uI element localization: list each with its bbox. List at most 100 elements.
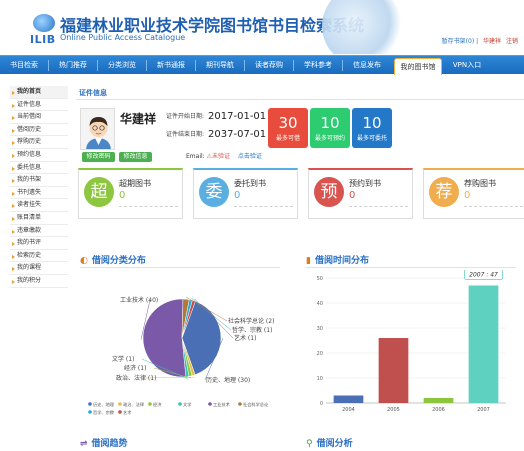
card-start-row: 证件开始日期: 2017-01-01: [166, 111, 266, 122]
recommended-icon: 荐: [429, 177, 459, 207]
sidebar-item-home[interactable]: 我的首页: [10, 86, 68, 99]
bar: [468, 285, 499, 403]
stat-label: 最多可预约: [314, 135, 345, 142]
tooltip-text: 2007 : 47: [469, 272, 498, 279]
top-links: 暂存书架(0) | 华建祥 注销: [442, 36, 518, 45]
nav-item-subject[interactable]: 学科参考: [294, 56, 342, 75]
divider: [306, 267, 516, 268]
stat-value: 10: [320, 114, 340, 132]
card-value: 0: [464, 190, 471, 201]
divider: [80, 267, 280, 268]
legend-marker: [88, 410, 92, 414]
nav-item-journals[interactable]: 期刊导航: [196, 56, 244, 75]
sidebar-item-search-history[interactable]: 检索历史: [10, 250, 68, 263]
legend-label: 社会科学总论: [243, 401, 269, 408]
stat-max-reserve: 10 最多可预约: [310, 108, 350, 148]
cart-link[interactable]: 暂存书架(0): [442, 38, 475, 45]
sidebar-item-reviews[interactable]: 我的书评: [10, 237, 68, 250]
card-end-row: 证件结束日期: 2037-07-01: [166, 129, 266, 140]
sidebar-item-loan-history[interactable]: 借阅历史: [10, 124, 68, 137]
overdue-icon: 超: [84, 177, 114, 207]
nav-item-recommend[interactable]: 读者荐购: [245, 56, 293, 75]
card-title: 超期图书: [119, 179, 151, 188]
sidebar-item-reservations[interactable]: 预约信息: [10, 149, 68, 162]
panel-title-text: 借阅趋势: [91, 439, 128, 449]
card-overdue[interactable]: 超 超期图书 0: [78, 168, 183, 219]
main-nav: 书目检索 热门推荐 分类浏览 新书通报 期刊导航 读者荐购 学科参考 信息发布 …: [0, 55, 524, 75]
y-tick-label: 20: [317, 351, 323, 357]
sidebar-item-recommend-history[interactable]: 荐购历史: [10, 136, 68, 149]
bar: [378, 338, 409, 403]
site-subtitle: Online Public Access Catalogue: [60, 33, 186, 42]
divider: [76, 99, 524, 100]
sidebar-item-points[interactable]: 我的积分: [10, 275, 68, 288]
sidebar-item-report-loss[interactable]: 读者挂失: [10, 199, 68, 212]
pie-label: 经济 (1): [124, 364, 146, 372]
card-reserved[interactable]: 预 预约到书 0: [308, 168, 413, 219]
sidebar-item-card-info[interactable]: 证件信息: [10, 99, 68, 112]
legend-marker: [178, 402, 182, 406]
divider: [119, 206, 178, 207]
legend-label: 政治、法律: [123, 401, 144, 408]
sidebar-item-delegations[interactable]: 委托信息: [10, 162, 68, 175]
card-end-label: 证件结束日期:: [166, 131, 205, 138]
sidebar-item-bookshelf[interactable]: 我的书架: [10, 174, 68, 187]
edit-info-button[interactable]: 修改信息: [119, 152, 152, 162]
y-tick-label: 0: [320, 401, 323, 407]
nav-item-search[interactable]: 书目检索: [0, 56, 48, 75]
header: ILIB 福建林业职业技术学院图书馆书目检索系统 Online Public A…: [0, 0, 524, 54]
card-recommended[interactable]: 荐 荐购图书 0: [423, 168, 524, 219]
delegated-icon: 委: [199, 177, 229, 207]
email-row: Email: ⚠未验证 点击验证: [186, 151, 262, 160]
card-title: 委托到书: [234, 179, 266, 188]
ilib-logo-icon: [33, 14, 55, 32]
verify-email-link[interactable]: 点击验证: [238, 153, 262, 160]
pie-label: 工业技术 (40): [120, 296, 158, 304]
legend-marker: [118, 410, 122, 414]
legend-label: 艺术: [123, 409, 132, 416]
stat-max-delegate: 10 最多可委托: [352, 108, 392, 148]
legend-label: 哲学、宗教: [93, 409, 115, 416]
divider: |: [476, 38, 479, 45]
card-title: 荐购图书: [464, 179, 496, 188]
x-tick-label: 2007: [477, 407, 490, 413]
logout-link[interactable]: 注销: [506, 38, 518, 45]
email-label: Email:: [186, 153, 205, 160]
x-tick-label: 2006: [432, 407, 445, 413]
sidebar-item-accounts[interactable]: 账目清单: [10, 212, 68, 225]
nav-item-hot[interactable]: 热门推荐: [49, 56, 97, 75]
card-delegated[interactable]: 委 委托到书 0: [193, 168, 298, 219]
pie-label: 历史、地理 (30): [206, 376, 250, 384]
category-panel-title: ◐ 借阅分类分布: [80, 253, 146, 266]
nav-item-new-books[interactable]: 新书通报: [147, 56, 195, 75]
card-end-value: 2037-07-01: [208, 129, 267, 140]
change-password-button[interactable]: 修改密码: [82, 152, 115, 162]
nav-item-my-library[interactable]: 我的图书馆: [394, 58, 442, 75]
legend-label: 经济: [153, 401, 162, 408]
sidebar-item-current-loans[interactable]: 当前借阅: [10, 111, 68, 124]
y-tick-label: 40: [317, 301, 323, 307]
magnifier-icon: ⚲: [306, 439, 313, 449]
nav-item-browse[interactable]: 分类浏览: [98, 56, 146, 75]
card-value: 0: [349, 190, 356, 201]
sidebar-item-lost-books[interactable]: 书刊遗失: [10, 187, 68, 200]
email-status: 未验证: [211, 153, 230, 160]
reserved-icon: 预: [314, 177, 344, 207]
sidebar-item-courses[interactable]: 我的课程: [10, 262, 68, 275]
sidebar-item-fines[interactable]: 违章缴款: [10, 225, 68, 238]
analysis-panel-title: ⚲ 借阅分析: [306, 436, 353, 449]
card-value: 0: [234, 190, 241, 201]
legend-label: 历史、地理: [93, 401, 115, 408]
x-tick-label: 2005: [387, 407, 400, 413]
nav-item-news[interactable]: 信息发布: [343, 56, 391, 75]
nav-item-vpn[interactable]: VPN入口: [445, 56, 489, 75]
pie-chart-icon: ◐: [80, 256, 88, 266]
card-start-value: 2017-01-01: [208, 111, 267, 122]
time-bar-chart: 0 10 20 30 40 50 2004 2005 2006 2007 2007 : 47: [317, 270, 506, 413]
stat-max-borrow: 30 最多可借: [268, 108, 308, 148]
user-link[interactable]: 华建祥: [483, 38, 501, 45]
sidebar: 我的首页 证件信息 当前借阅 借阅历史 荐购历史 预约信息 委托信息 我的书架 …: [10, 86, 68, 288]
bar: [333, 395, 364, 403]
pie-label: 艺术 (1): [234, 334, 256, 342]
logo-text: ILIB: [30, 33, 56, 46]
